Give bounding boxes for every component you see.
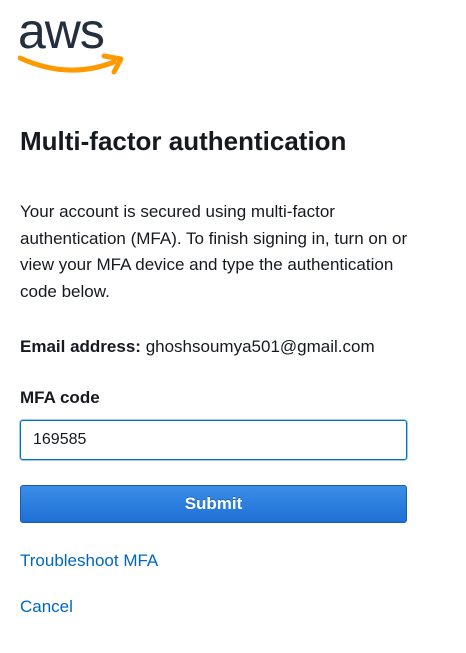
page-title: Multi-factor authentication bbox=[20, 126, 347, 156]
aws-logo-text: aws bbox=[18, 3, 105, 59]
email-value: ghoshsoumya501@gmail.com bbox=[145, 337, 375, 356]
submit-button[interactable]: Submit bbox=[20, 485, 407, 523]
aws-logo: aws bbox=[18, 6, 130, 80]
cancel-link[interactable]: Cancel bbox=[20, 597, 73, 617]
mfa-code-label: MFA code bbox=[20, 388, 100, 407]
mfa-description: Your account is secured using multi-fact… bbox=[20, 202, 408, 301]
mfa-code-input[interactable] bbox=[20, 420, 407, 460]
aws-smile-icon bbox=[18, 53, 124, 75]
troubleshoot-mfa-link[interactable]: Troubleshoot MFA bbox=[20, 551, 158, 571]
email-row: Email address: ghoshsoumya501@gmail.com bbox=[20, 337, 375, 357]
email-label: Email address: bbox=[20, 337, 141, 356]
